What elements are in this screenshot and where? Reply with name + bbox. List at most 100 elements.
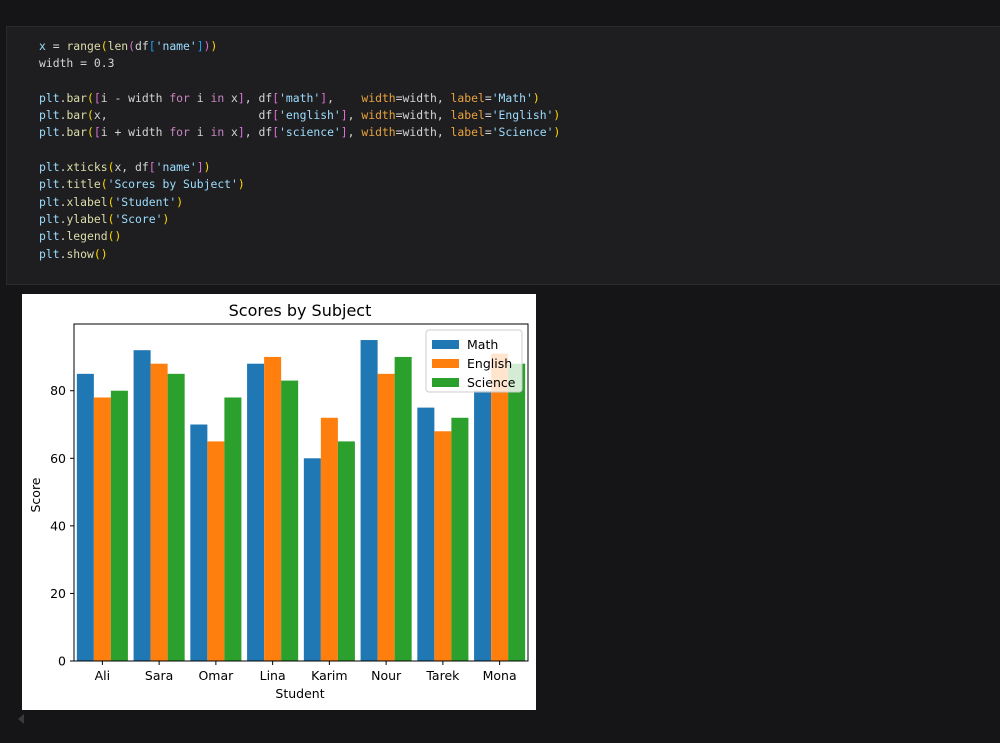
bar-english-lina [264,356,282,661]
x-tick-label: Lina [260,668,286,683]
legend-swatch-english [432,359,459,368]
code-token: x [224,90,238,105]
code-token: = [45,39,67,53]
code-token: ( [100,39,108,53]
code-token: label [450,108,485,123]
code-token: () [107,229,122,244]
code-token: [ [148,39,156,53]
bar-math-nour [360,340,378,661]
code-token: ) [237,177,245,192]
x-tick-label: Sara [145,668,173,683]
code-token: xticks [66,160,108,175]
code-token: , df [244,90,273,105]
bar-science-omar [224,397,242,661]
code-token: plt [39,90,60,105]
code-line: plt.title('Scores by Subject') [39,176,560,193]
code-token: 'English' [491,108,554,123]
code-token: 'science' [279,125,341,140]
code-token: plt [39,194,60,209]
code-cell[interactable]: x = range(len(df['name'])) width = 0.3 plt… [6,26,1000,285]
code-token: ] [340,125,348,140]
code-token: ) [210,39,218,53]
code-editor[interactable]: x = range(len(df['name'])) width = 0.3 plt… [39,38,560,263]
code-line: x = range(len(df['name'])) [39,38,560,55]
code-token: ] [196,39,204,53]
code-token: 'Math' [491,90,533,105]
code-token: ) [162,211,170,226]
bar-math-karim [303,458,321,661]
code-token: x [39,39,46,53]
y-tick-label: 0 [58,654,66,669]
code-token: , [327,90,362,105]
code-token: plt [39,160,60,175]
code-token: range [66,39,101,53]
code-token: i + width [100,125,170,140]
legend-label-english: English [467,356,512,371]
code-token: len [107,39,129,53]
x-axis-label: Student [275,686,324,701]
bar-chart: Scores by Subject 0 20 40 60 80 Ali Sara Omar Li… [28,301,529,701]
y-tick-label: 80 [50,383,66,398]
code-line: plt.legend() [39,228,560,245]
code-token: plt [39,211,60,226]
code-token: width = 0.3 [39,56,115,71]
bar-math-omar [190,424,208,661]
legend-label-science: Science [467,375,516,390]
code-token: ( [87,108,94,123]
code-line: width = 0.3 [39,55,560,72]
code-token: plt [39,125,60,140]
code-token: bar [66,90,88,105]
code-token: x, df [114,160,149,175]
legend-swatch-science [432,378,459,387]
code-token: [ [93,90,101,105]
code-token: bar [66,125,88,140]
code-token: df [135,39,149,53]
code-token: x [224,125,238,140]
code-line: plt.xlabel('Student') [39,194,560,211]
code-token: 'english' [279,108,341,123]
x-tick-label: Karim [311,668,347,683]
code-token: ( [87,90,94,105]
code-token: 'Scores by Subject' [107,177,238,192]
bar-science-tarek [451,417,469,661]
code-token: plt [39,246,60,261]
bar-english-tarek [434,431,452,661]
code-token: [ [148,160,156,175]
code-token: legend [66,229,108,244]
code-token: =width, [395,125,451,140]
code-token: =width, [395,90,451,105]
scroll-left-icon[interactable] [18,714,24,724]
code-token: , df [244,125,273,140]
bar-math-tarek [417,407,435,661]
code-token: i [189,90,211,105]
x-tick-label: Nour [371,668,402,683]
y-tick-label: 20 [50,586,66,601]
code-line: plt.show() [39,246,560,263]
code-token: , [347,108,362,123]
x-tick-label: Omar [198,668,234,683]
code-token: ylabel [66,211,108,226]
code-token: width [361,90,396,105]
bar-science-sara [167,373,185,661]
code-line: plt.xticks(x, df['name']) [39,159,560,176]
code-token: in [210,125,225,140]
code-token: =width, [395,108,451,123]
chart-title: Scores by Subject [229,301,372,320]
y-tick-label: 60 [50,451,66,466]
bar-english-mona [491,353,509,661]
chart-output: Scores by Subject 0 20 40 60 80 Ali Sara Omar Li… [22,294,536,710]
code-token: 'Student' [114,194,177,209]
code-token: ) [532,90,540,105]
code-token: label [450,90,485,105]
code-line: plt.ylabel('Score') [39,211,560,228]
code-token: xlabel [66,194,108,209]
code-line: plt.bar([i + width for i in x], df['scie… [39,124,560,141]
code-token: ( [100,177,108,192]
legend-swatch-math [432,340,459,349]
code-token: title [66,177,101,192]
code-token: i [189,125,211,140]
legend: Math English Science [425,329,523,393]
bar-english-sara [150,363,168,661]
code-token: width [361,108,396,123]
code-token: for [169,125,190,140]
